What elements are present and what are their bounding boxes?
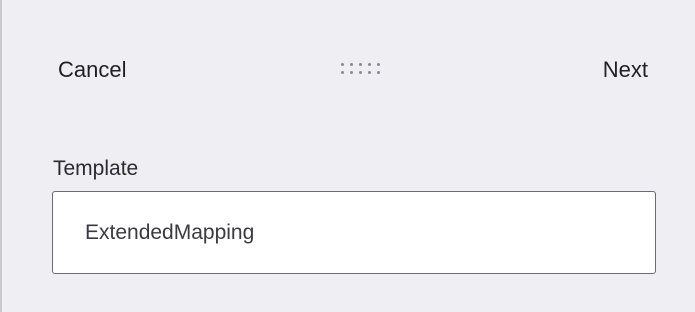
sheet-panel: Cancel Next Template xyxy=(0,0,695,312)
drag-dot xyxy=(368,71,371,74)
template-input[interactable] xyxy=(52,191,656,274)
drag-dot xyxy=(350,71,353,74)
drag-dot xyxy=(359,71,362,74)
drag-handle-icon[interactable] xyxy=(341,63,385,77)
drag-dot xyxy=(341,71,344,74)
template-label: Template xyxy=(53,157,139,180)
drag-dot xyxy=(341,63,344,66)
cancel-button[interactable]: Cancel xyxy=(58,57,126,83)
drag-dot xyxy=(359,63,362,66)
drag-dot xyxy=(377,63,380,66)
drag-dot xyxy=(368,63,371,66)
drag-dot xyxy=(377,71,380,74)
next-button[interactable]: Next xyxy=(603,57,648,83)
drag-dot xyxy=(350,63,353,66)
